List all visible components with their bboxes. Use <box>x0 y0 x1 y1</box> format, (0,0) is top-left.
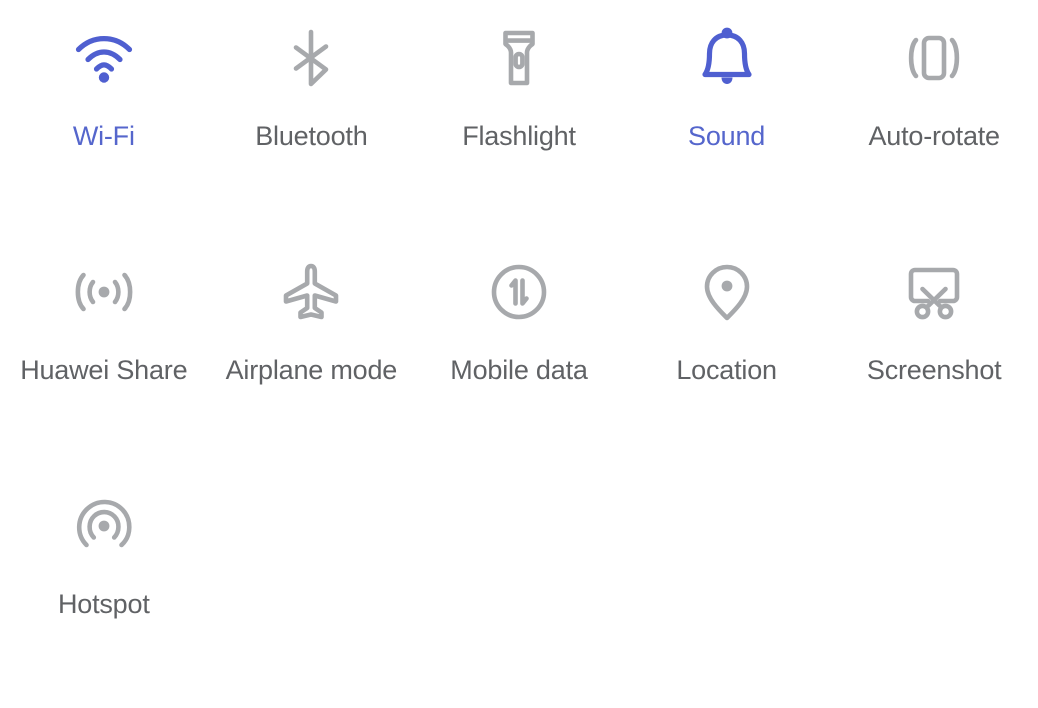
quick-tile-label: Bluetooth <box>255 121 368 151</box>
quick-tile-label: Location <box>676 355 777 385</box>
quick-tile-hotspot[interactable]: Hotspot <box>0 468 208 702</box>
auto-rotate-icon <box>898 22 970 94</box>
quick-tile-label: Airplane mode <box>225 355 398 385</box>
airplane-icon <box>275 256 347 328</box>
quick-tile-label: Huawei Share <box>20 355 188 385</box>
quick-tile-airplane-mode[interactable]: Airplane mode <box>208 234 416 468</box>
quick-tile-location[interactable]: Location <box>623 234 831 468</box>
mobile-data-icon <box>483 256 555 328</box>
quick-tile-wifi[interactable]: Wi-Fi <box>0 0 208 234</box>
bell-icon <box>691 22 763 94</box>
hotspot-icon <box>68 490 140 562</box>
quick-tile-sound[interactable]: Sound <box>623 0 831 234</box>
quick-tile-huawei-share[interactable]: Huawei Share <box>0 234 208 468</box>
quick-tile-flashlight[interactable]: Flashlight <box>415 0 623 234</box>
quick-tile-label: Mobile data <box>450 355 588 385</box>
quick-tile-label: Sound <box>688 121 766 151</box>
quick-tile-mobile-data[interactable]: Mobile data <box>415 234 623 468</box>
wifi-icon <box>68 22 140 94</box>
quick-tile-auto-rotate[interactable]: Auto-rotate <box>830 0 1038 234</box>
quick-settings-tile-grid: Wi-Fi Bluetooth Flashlight Sound Auto-ro… <box>0 0 1038 702</box>
huawei-share-icon <box>68 256 140 328</box>
bluetooth-icon <box>275 22 347 94</box>
quick-tile-bluetooth[interactable]: Bluetooth <box>208 0 416 234</box>
screenshot-icon <box>898 256 970 328</box>
location-pin-icon <box>691 256 763 328</box>
quick-tile-label: Hotspot <box>57 589 150 619</box>
quick-tile-label: Flashlight <box>462 121 576 151</box>
quick-settings-panel: Wi-Fi Bluetooth Flashlight Sound Auto-ro… <box>0 0 1038 708</box>
quick-tile-label: Screenshot <box>866 355 1002 385</box>
quick-tile-label: Auto-rotate <box>868 121 1001 151</box>
flashlight-icon <box>483 22 555 94</box>
quick-tile-label: Wi-Fi <box>72 121 135 151</box>
quick-tile-screenshot[interactable]: Screenshot <box>830 234 1038 468</box>
